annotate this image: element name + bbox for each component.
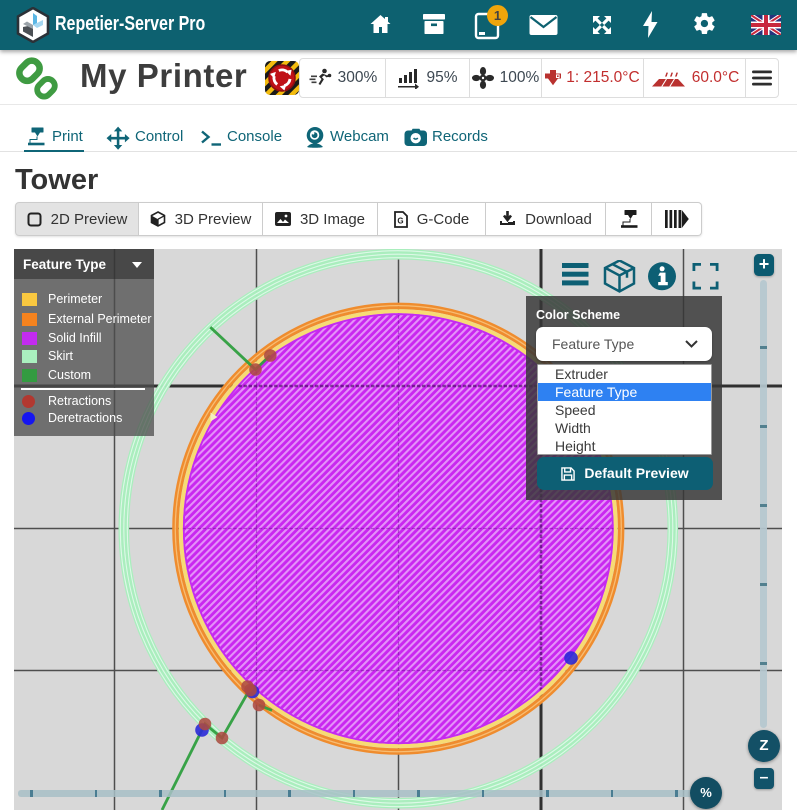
- svg-text:G: G: [397, 216, 403, 225]
